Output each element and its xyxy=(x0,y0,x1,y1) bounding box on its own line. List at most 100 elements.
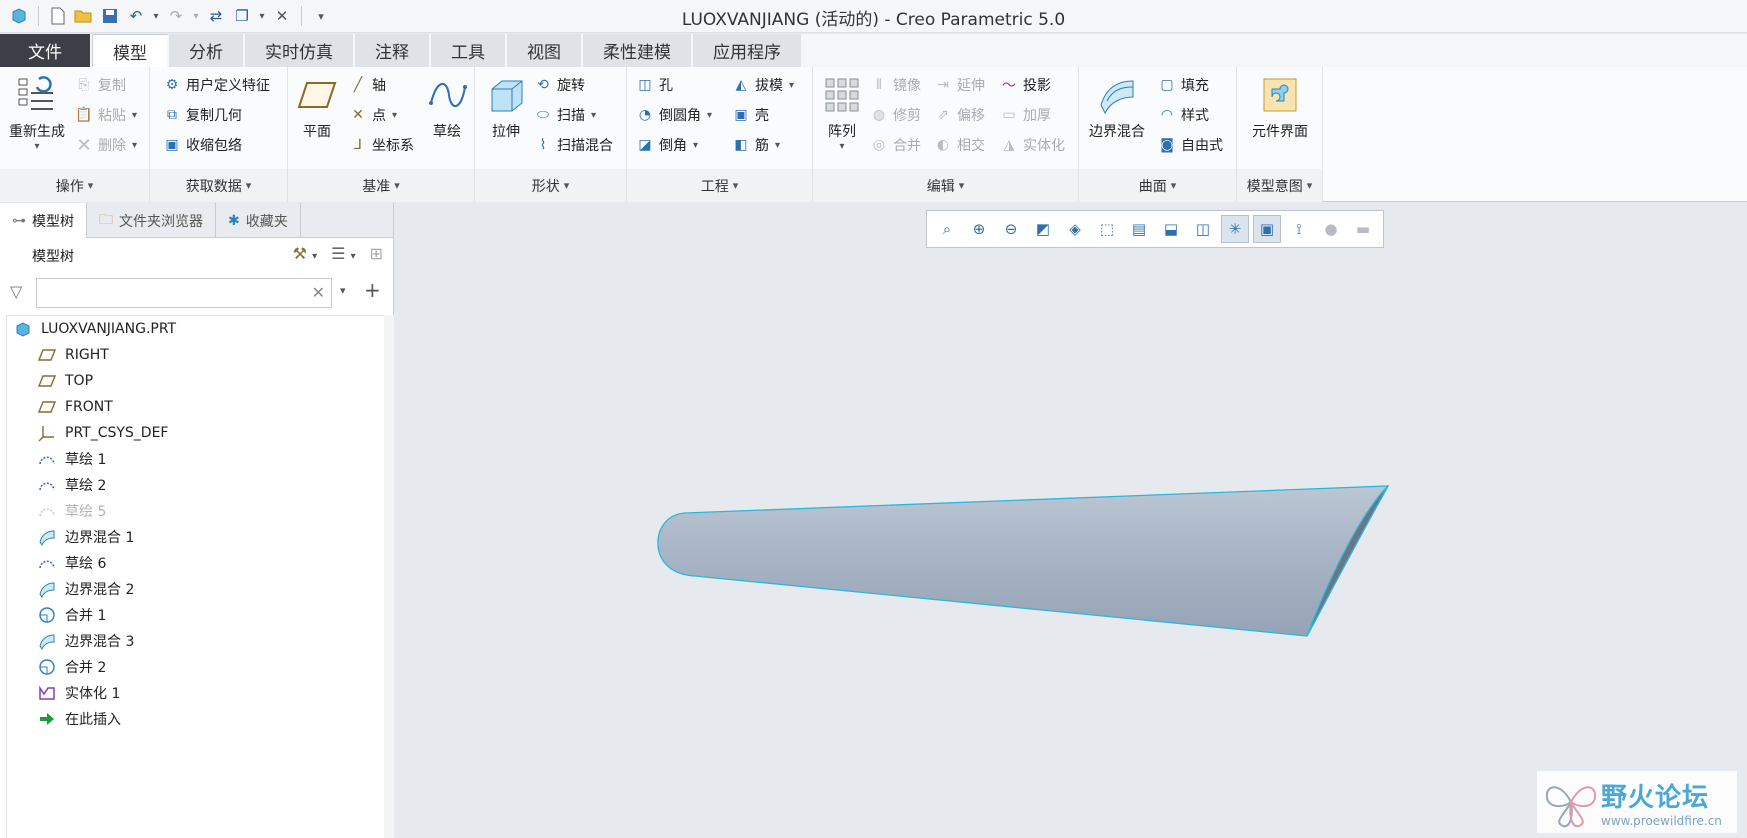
merge-button[interactable]: ◎ 合并 xyxy=(869,131,921,159)
offset-label: 偏移 xyxy=(957,108,985,124)
tab-favorites[interactable]: ✱ 收藏夹 xyxy=(216,203,301,238)
boundary-blend-button[interactable]: 边界混合 xyxy=(1083,75,1151,141)
tree-item[interactable]: 边界混合 2 xyxy=(7,576,385,602)
swept-blend-icon: ⌇ xyxy=(539,137,547,153)
trim-button[interactable]: ◍ 修剪 xyxy=(869,101,921,129)
tree-item-label: PRT_CSYS_DEF xyxy=(65,425,169,441)
chamfer-button[interactable]: ◪ 倒角 ▾ xyxy=(635,131,698,159)
tab-folder-browser[interactable]: 🗀 文件夹浏览器 xyxy=(87,203,216,238)
graphics-window[interactable]: ⌕ ⊕ ⊖ ◩ ◈ ⬚ ▤ ⬓ ◫ ✳ ▣ ⟟ ● ▬ xyxy=(395,203,1747,838)
extend-button[interactable]: ⇥ 延伸 xyxy=(933,71,985,99)
group-label-model-intent[interactable]: 模型意图 xyxy=(1237,169,1322,202)
columns-icon[interactable]: ⊞ xyxy=(370,244,383,263)
regenerate-button[interactable]: 重新生成 ▾ xyxy=(4,75,70,152)
scrollbar[interactable] xyxy=(384,315,394,838)
point-icon: ✕ xyxy=(352,107,364,123)
extrude-button[interactable]: 拉伸 xyxy=(483,75,529,141)
tree-item[interactable]: 草绘 5 xyxy=(7,498,385,524)
tab-model[interactable]: 模型 xyxy=(92,34,169,67)
rib-label: 筋 xyxy=(755,138,769,154)
tab-tools[interactable]: 工具 xyxy=(431,34,507,67)
pattern-button[interactable]: 阵列 ▾ xyxy=(819,75,865,152)
tab-model-tree[interactable]: ⊶ 模型树 xyxy=(0,203,87,238)
tree-item[interactable]: LUOXVANJIANG.PRT xyxy=(7,316,385,342)
tree-item[interactable]: 边界混合 3 xyxy=(7,628,385,654)
group-label-operations[interactable]: 操作 xyxy=(0,169,149,202)
delete-button[interactable]: ✕ 删除 ▾ xyxy=(74,131,137,159)
chevron-down-icon[interactable]: ▾ xyxy=(340,284,346,297)
project-button[interactable]: 〜投影 xyxy=(999,71,1051,99)
tab-applications[interactable]: 应用程序 xyxy=(693,34,803,67)
thicken-button[interactable]: ▭ 加厚 xyxy=(999,101,1051,129)
hole-button[interactable]: ◫ 孔 xyxy=(635,71,673,99)
point-button[interactable]: ✕ 点 ▾ xyxy=(348,101,397,129)
fill-button[interactable]: ▢ 填充 xyxy=(1157,71,1209,99)
copy-geometry-button[interactable]: ⧉ 复制几何 xyxy=(162,101,242,129)
copy-button[interactable]: ⎘ 复制 xyxy=(74,71,126,99)
tab-analysis[interactable]: 分析 xyxy=(169,34,245,67)
round-button[interactable]: ◔ 倒圆角 ▾ xyxy=(635,101,712,129)
tab-view[interactable]: 视图 xyxy=(507,34,583,67)
intersect-button[interactable]: ◐ 相交 xyxy=(933,131,985,159)
tree-item[interactable]: FRONT xyxy=(7,394,385,420)
airfoil-body[interactable] xyxy=(657,485,1390,637)
shrinkwrap-button[interactable]: ▣ 收缩包络 xyxy=(162,131,242,159)
tab-live-simulation[interactable]: 实时仿真 xyxy=(245,34,355,67)
udf-label: 用户定义特征 xyxy=(186,78,270,94)
folder-icon: 🗀 xyxy=(99,211,113,228)
plane-button[interactable]: 平面 xyxy=(294,75,340,141)
offset-button[interactable]: ⇗ 偏移 xyxy=(933,101,985,129)
tab-file[interactable]: 文件 xyxy=(0,34,92,67)
copy-icon: ⎘ xyxy=(78,77,90,93)
settings-icon[interactable]: ⚒ ▾ xyxy=(293,244,317,263)
group-label-surfaces[interactable]: 曲面 xyxy=(1079,169,1236,202)
style-button[interactable]: ◠ 样式 xyxy=(1157,101,1209,129)
group-label-shapes[interactable]: 形状 xyxy=(475,169,626,202)
tree-item[interactable]: 边界混合 1 xyxy=(7,524,385,550)
axis-button[interactable]: ╱ 轴 xyxy=(348,71,386,99)
title-bar: ↶ ▾ ↷ ▾ ⇄ ❐ ▾ ✕ ▾ LUOXVANJIANG (活动的) - C… xyxy=(0,0,1747,33)
revolve-button[interactable]: ⟲ 旋转 xyxy=(533,71,585,99)
tree-item[interactable]: 在此插入 xyxy=(7,706,385,732)
csys-button[interactable]: ⅃ 坐标系 xyxy=(348,131,414,159)
round-label: 倒圆角 xyxy=(659,108,701,124)
tree-item[interactable]: RIGHT xyxy=(7,342,385,368)
group-label-engineering[interactable]: 工程 xyxy=(627,169,812,202)
tab-flexible-modeling[interactable]: 柔性建模 xyxy=(583,34,693,67)
tree-item[interactable]: 合并 1 xyxy=(7,602,385,628)
paste-button[interactable]: 📋 粘贴 ▾ xyxy=(74,101,137,129)
freestyle-button[interactable]: ◙ 自由式 xyxy=(1157,131,1223,159)
mirror-button[interactable]: ⫴ 镜像 xyxy=(869,71,921,99)
rib-button[interactable]: ◧ 筋 ▾ xyxy=(731,131,780,159)
draft-button[interactable]: ◭ 拔模 ▾ xyxy=(731,71,794,99)
tree-item[interactable]: 草绘 2 xyxy=(7,472,385,498)
clear-icon[interactable]: ✕ xyxy=(312,283,325,302)
model-geometry[interactable] xyxy=(395,203,1747,838)
tree-item[interactable]: 实体化 1 xyxy=(7,680,385,706)
group-label-editing[interactable]: 编辑 xyxy=(813,169,1078,202)
filter-icon[interactable]: ▽ xyxy=(10,282,22,301)
component-interface-button[interactable]: 元件界面 xyxy=(1243,75,1317,141)
shell-button[interactable]: ▣ 壳 xyxy=(731,101,769,129)
rib-icon: ◧ xyxy=(734,137,748,153)
solidify-button[interactable]: ◮ 实体化 xyxy=(999,131,1065,159)
group-label-get-data[interactable]: 获取数据 xyxy=(150,169,287,202)
sweep-button[interactable]: ⬭ 扫描 ▾ xyxy=(533,101,596,129)
tree-item[interactable]: TOP xyxy=(7,368,385,394)
sketch-icon xyxy=(37,501,57,521)
sketch-button[interactable]: 草绘 xyxy=(424,75,470,141)
tree-item-label: 草绘 6 xyxy=(65,556,107,572)
add-icon[interactable]: + xyxy=(364,278,381,302)
group-label-datum[interactable]: 基准 xyxy=(288,169,474,202)
tab-annotate[interactable]: 注释 xyxy=(355,34,431,67)
swept-blend-button[interactable]: ⌇ 扫描混合 xyxy=(533,131,613,159)
tree-item[interactable]: 草绘 6 xyxy=(7,550,385,576)
tree-item[interactable]: 合并 2 xyxy=(7,654,385,680)
style-label: 样式 xyxy=(1181,108,1209,124)
tree-item[interactable]: PRT_CSYS_DEF xyxy=(7,420,385,446)
udf-button[interactable]: ⚙ 用户定义特征 xyxy=(162,71,270,99)
show-icon[interactable]: ☰ ▾ xyxy=(331,244,355,263)
search-input[interactable]: ✕ xyxy=(36,278,332,308)
chevron-down-icon: ▾ xyxy=(789,79,795,91)
tree-item[interactable]: 草绘 1 xyxy=(7,446,385,472)
